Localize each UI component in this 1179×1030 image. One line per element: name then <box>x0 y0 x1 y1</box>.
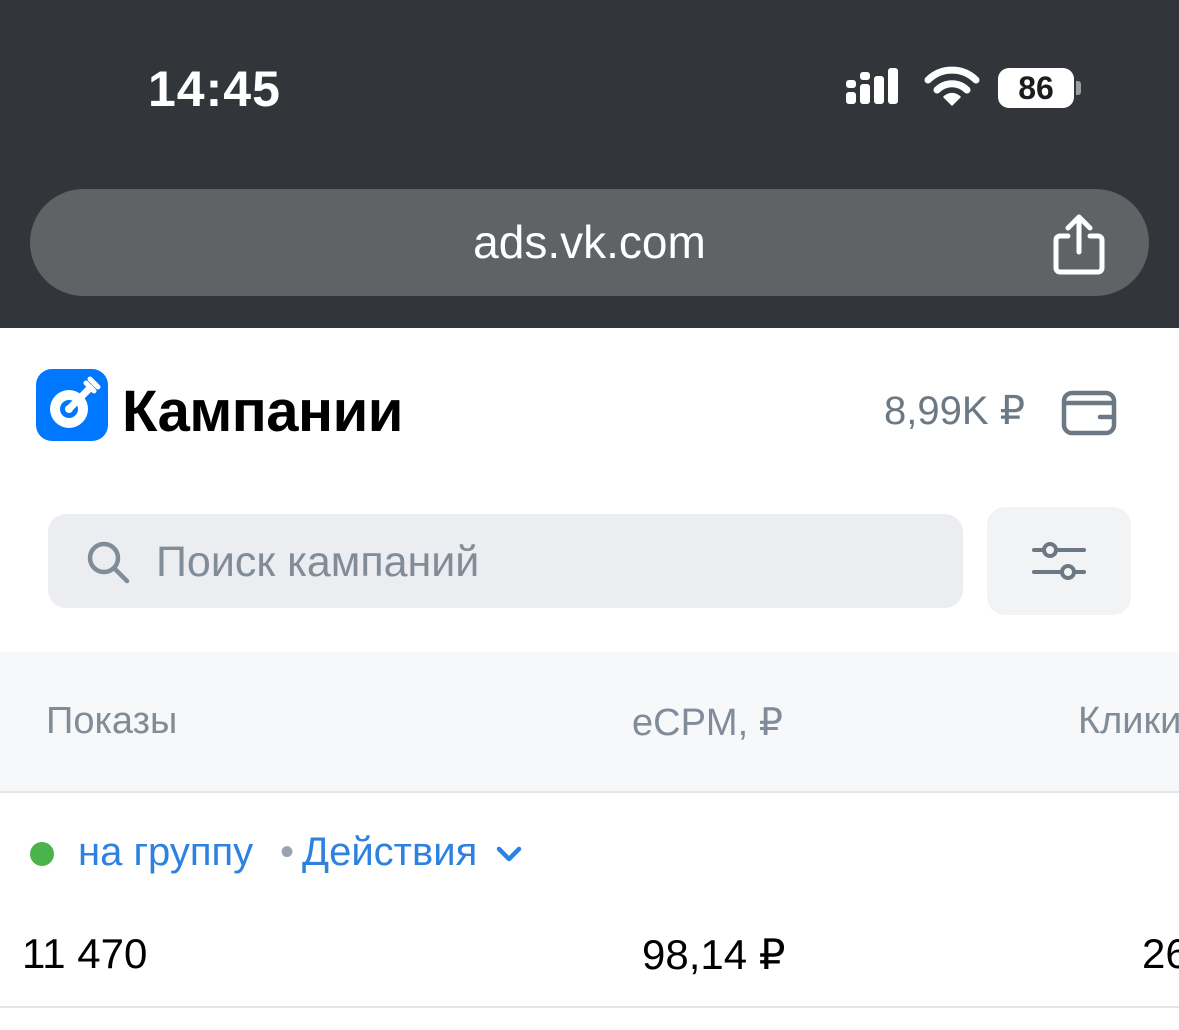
url-text[interactable]: ads.vk.com <box>30 189 1149 296</box>
cell-clicks: 26 <box>1142 930 1179 977</box>
search-icon <box>87 541 130 584</box>
share-icon[interactable] <box>1050 212 1108 276</box>
wifi-icon <box>924 66 980 106</box>
address-bar[interactable]: ads.vk.com <box>30 189 1149 296</box>
chevron-down-icon[interactable] <box>494 842 524 866</box>
vk-ads-logo[interactable] <box>36 369 108 441</box>
separator-dot: • <box>280 830 295 874</box>
column-header-clicks[interactable]: Клики <box>1078 700 1179 743</box>
filter-icon[interactable] <box>1030 538 1088 584</box>
account-balance[interactable]: 8,99K ₽ <box>884 388 1025 434</box>
column-header-impressions[interactable]: Показы <box>46 700 177 743</box>
search-input[interactable] <box>156 522 936 602</box>
wallet-icon[interactable] <box>1060 387 1118 437</box>
signal-icon <box>846 68 898 104</box>
page-title: Кампании <box>122 379 403 444</box>
table-row[interactable]: 11 470 98,14 ₽ 26 <box>0 920 1179 1008</box>
table-header: Показы eCPM, ₽ Клики <box>0 652 1179 793</box>
cell-ecpm: 98,14 ₽ <box>642 931 786 978</box>
column-header-ecpm[interactable]: eCPM, ₽ <box>632 700 783 745</box>
status-time: 14:45 <box>148 61 281 117</box>
actions-dropdown[interactable]: Действия <box>302 830 477 875</box>
cell-impressions: 11 470 <box>22 930 148 977</box>
battery-indicator: 86 <box>998 68 1082 108</box>
browser-chrome: 14:45 86 ads.vk.com <box>0 0 1179 328</box>
battery-tip <box>1076 81 1081 95</box>
status-indicator <box>30 842 54 866</box>
battery-level: 86 <box>1018 70 1054 106</box>
campaign-row-header: на группу • Действия <box>0 820 1179 890</box>
campaign-name-link[interactable]: на группу <box>78 830 253 875</box>
